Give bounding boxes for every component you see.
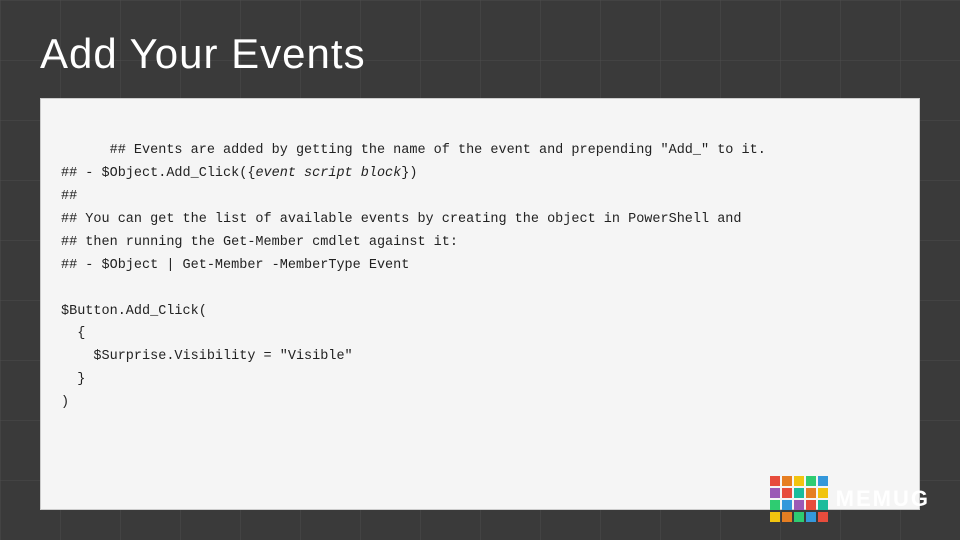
memug-cell — [782, 500, 792, 510]
memug-cell — [794, 476, 804, 486]
slide-container: Add Your Events ## Events are added by g… — [0, 0, 960, 540]
memug-cell — [770, 476, 780, 486]
memug-cell — [806, 500, 816, 510]
code-box: ## Events are added by getting the name … — [40, 98, 920, 510]
memug-cell — [818, 500, 828, 510]
memug-cell — [770, 488, 780, 498]
memug-cell — [782, 512, 792, 522]
slide-title: Add Your Events — [40, 30, 920, 78]
memug-cell — [794, 500, 804, 510]
memug-cell — [770, 512, 780, 522]
memug-cell — [782, 476, 792, 486]
memug-cell — [770, 500, 780, 510]
memug-icon-grid — [770, 476, 828, 522]
memug-cell — [806, 488, 816, 498]
memug-label: MEMUG — [836, 486, 930, 512]
memug-cell — [818, 488, 828, 498]
memug-cell — [818, 512, 828, 522]
memug-cell — [794, 488, 804, 498]
code-content: ## Events are added by getting the name … — [61, 117, 899, 438]
memug-cell — [794, 512, 804, 522]
memug-cell — [806, 512, 816, 522]
memug-cell — [806, 476, 816, 486]
memug-cell — [818, 476, 828, 486]
memug-logo: MEMUG — [770, 476, 930, 522]
memug-cell — [782, 488, 792, 498]
code-line-1: ## Events are added by getting the name … — [61, 143, 766, 410]
